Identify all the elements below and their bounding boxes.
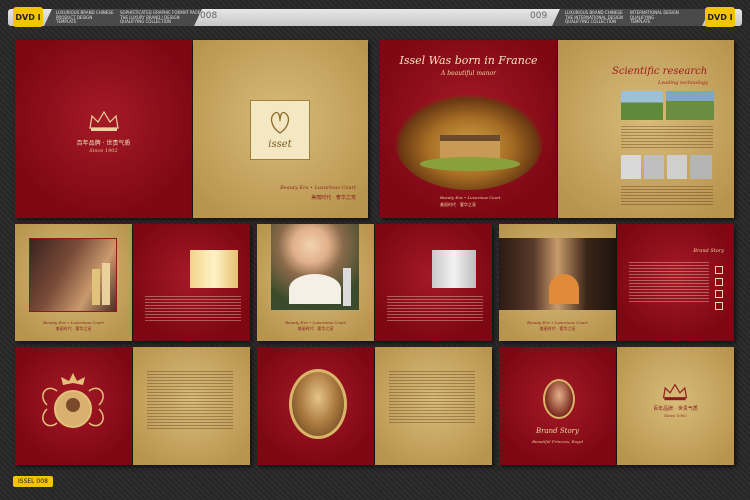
- landscape-photo-1: [621, 91, 663, 120]
- checkbox-marker-4: [715, 302, 723, 310]
- brand-story-title: Brand Story: [535, 427, 579, 435]
- checkbox-marker-2: [715, 278, 723, 286]
- row2-caption-en: Beauty Era • Luxurious Court: [43, 320, 104, 325]
- cover-since-text-2: Since 1902: [664, 413, 687, 418]
- header-text-1: LUXURIOUS BRAND CHINESE PRODUCT DESIGN T…: [56, 10, 114, 24]
- science-title: Scientific research: [612, 66, 708, 77]
- brand-story-subtitle: Beautiful Princess, Royal: [532, 439, 583, 444]
- product-bottle-1: [92, 269, 100, 305]
- science-subtitle: Leading technology: [658, 80, 708, 86]
- row3-page-4: [375, 347, 492, 465]
- france-page: Issel Was born in France A beautiful man…: [380, 40, 557, 218]
- row2-page-title: Brand Story: [693, 248, 724, 254]
- portrait-dress: [549, 274, 579, 304]
- product-photo-2: [432, 250, 476, 288]
- butterfly-logo-icon: [270, 111, 290, 134]
- dvd-badge-left: DVD I: [13, 7, 43, 27]
- manor-lawn: [420, 157, 520, 171]
- lab-photo-3: [667, 155, 687, 179]
- model-photo: [29, 238, 117, 312]
- dvd-badge-right: DVD I: [705, 7, 735, 27]
- science-body-text-2: [621, 186, 713, 207]
- cover-since-text: Since 1902: [89, 148, 118, 154]
- lab-photo-1: [621, 155, 641, 179]
- row3-body-text-2: [389, 371, 475, 425]
- row2-body-text-3: [629, 262, 709, 304]
- crown-icon-small: [662, 383, 688, 401]
- top-bar: LUXURIOUS BRAND CHINESE PRODUCT DESIGN T…: [0, 0, 750, 32]
- row2-caption-cn: 美丽时代 · 奢华之宠: [55, 326, 92, 331]
- header-text-4: INTERNATIONAL DESIGN QUALIFYING TEMPLATE: [630, 10, 679, 24]
- logo-word: isset: [268, 139, 292, 150]
- manor-photo: [395, 95, 543, 190]
- row3-page-5: Brand Story Beautiful Princess, Royal: [499, 347, 616, 465]
- checkbox-marker-1: [715, 266, 723, 274]
- ornament-frame-icon: [42, 373, 104, 428]
- lab-photo-4: [690, 155, 712, 179]
- tagline-cn: 美丽时代 · 奢华之宠: [311, 195, 356, 201]
- portrait-painting-photo: [499, 238, 616, 310]
- tagline-en: Beauty Era • Luxurious Court: [280, 185, 356, 191]
- row2-caption-cn-3: 美丽时代 · 奢华之宠: [539, 326, 576, 331]
- checkbox-marker-3: [715, 290, 723, 298]
- row2-caption-en-2: Beauty Era • Luxurious Court: [285, 320, 346, 325]
- page-number-left: 008: [200, 11, 218, 21]
- row3-page-3: [257, 347, 374, 465]
- row2-page-3: Beauty Era • Luxurious Court 美丽时代 · 奢华之宠: [257, 224, 374, 341]
- product-bottle-3: [343, 268, 351, 306]
- lab-photo-2: [644, 155, 664, 179]
- header-text-2: SOPHISTICATED GRAPHIC FORMAT PACK THE LU…: [120, 10, 201, 24]
- cover-right-gold: isset Beauty Era • Luxurious Court 美丽时代 …: [193, 40, 368, 218]
- header-text-3: LUXURIOUS BRAND CHINESE THE INTERNATIONA…: [565, 10, 624, 24]
- france-caption-en: Beauty Era • Luxurious Court: [440, 195, 501, 200]
- isset-logo-box: isset: [250, 100, 310, 160]
- row3-page-1: [15, 347, 132, 465]
- oval-portrait: [289, 369, 347, 439]
- painting-dress: [289, 274, 341, 304]
- france-title: Issel Was born in France: [399, 54, 538, 67]
- cover-chinese-text-2: 百年品牌 · 世贵气质: [653, 406, 698, 412]
- france-subtitle: A beautiful manor: [441, 70, 496, 77]
- row2-body-text-2: [387, 296, 483, 323]
- row3-body-text-1: [147, 371, 233, 431]
- small-oval-portrait: [543, 379, 575, 419]
- row2-page-6: Brand Story: [617, 224, 734, 341]
- cover-chinese-text: 百年品牌 · 世贵气质: [76, 140, 131, 147]
- row2-caption-cn-2: 美丽时代 · 奢华之宠: [297, 326, 334, 331]
- row2-caption-en-3: Beauty Era • Luxurious Court: [527, 320, 588, 325]
- product-bottle-2: [102, 263, 110, 305]
- science-body-text: [621, 126, 713, 150]
- france-caption-cn: 美丽时代 · 奢华之宠: [440, 202, 476, 207]
- row3-page-2: [133, 347, 250, 465]
- product-photo-1: [190, 250, 238, 288]
- landscape-photo-2: [666, 91, 714, 120]
- file-id-badge: ISSEL 008: [13, 476, 53, 487]
- row2-body-text-1: [145, 296, 241, 323]
- row2-page-4: [375, 224, 492, 341]
- row3-page-6: 百年品牌 · 世贵气质 Since 1902: [617, 347, 734, 465]
- row2-page-2: [133, 224, 250, 341]
- row2-page-5: Beauty Era • Luxurious Court 美丽时代 · 奢华之宠: [499, 224, 616, 341]
- science-page: Scientific research Leading technology: [558, 40, 734, 218]
- painting-lady-photo: [271, 224, 359, 310]
- row2-page-1: Beauty Era • Luxurious Court 美丽时代 · 奢华之宠: [15, 224, 132, 341]
- cover-left-red: 百年品牌 · 世贵气质 Since 1902: [15, 40, 192, 218]
- crown-icon: [89, 110, 119, 131]
- page-number-right: 009: [530, 11, 548, 21]
